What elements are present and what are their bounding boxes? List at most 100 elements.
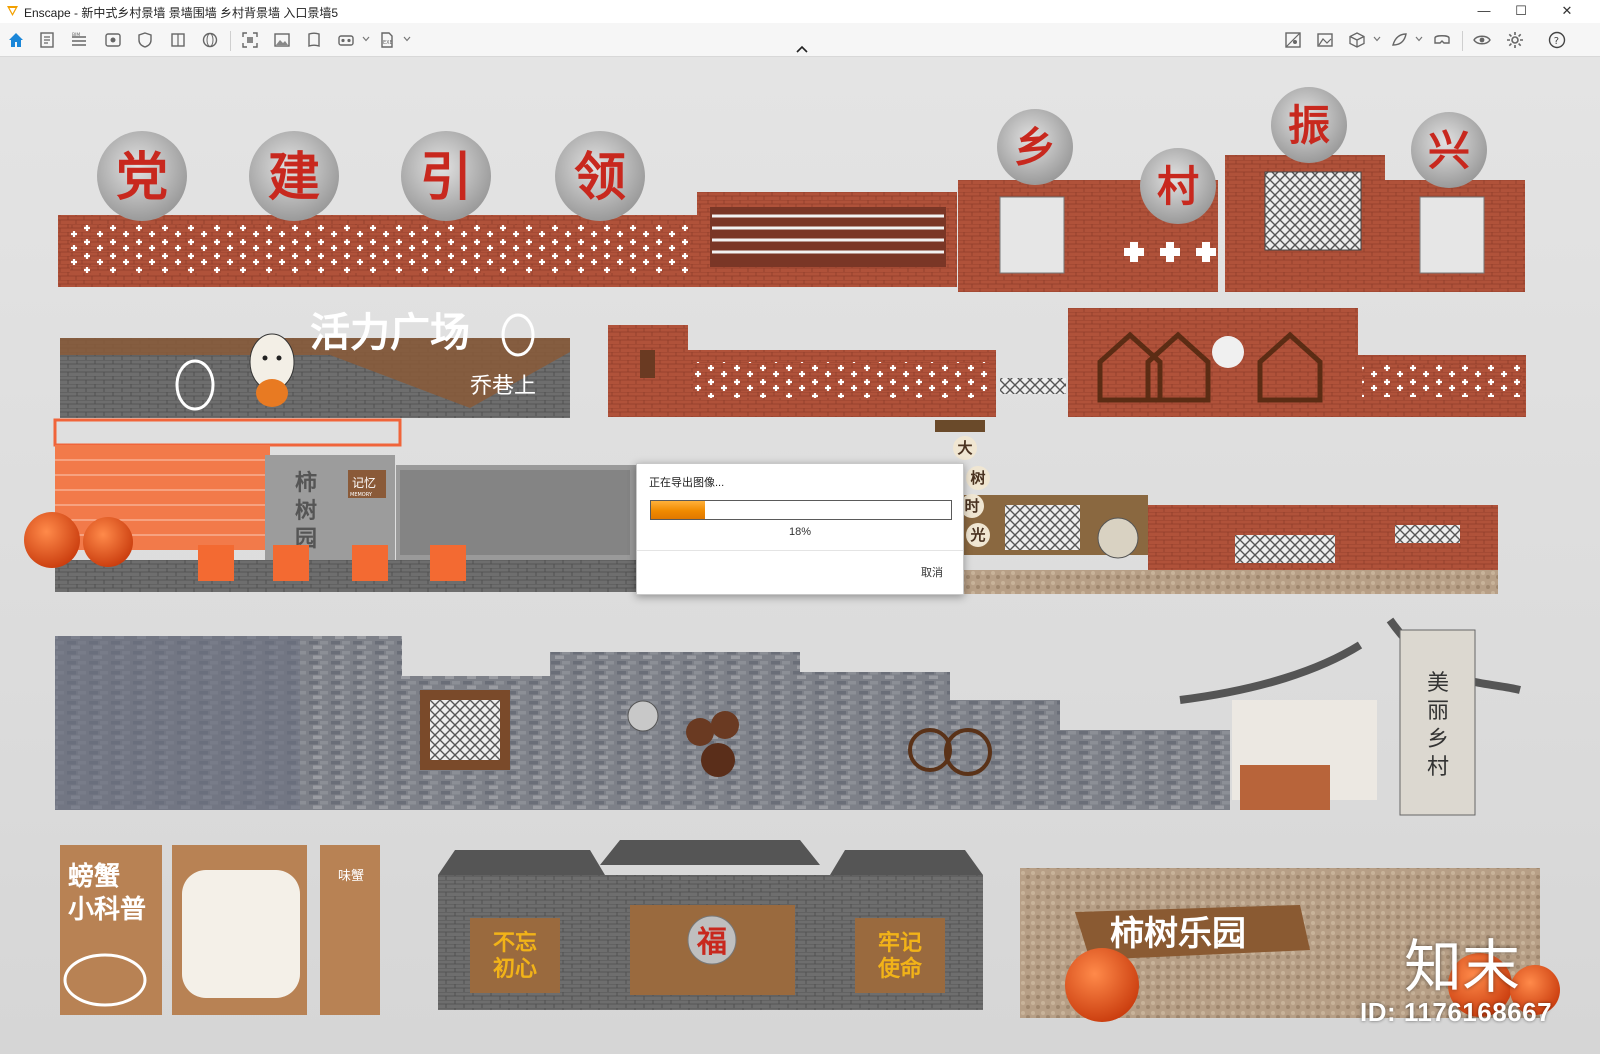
garden-char: 柿 bbox=[295, 470, 317, 496]
wooden-lattice bbox=[1005, 505, 1080, 550]
memory-sign-sub: MEMORY bbox=[350, 492, 373, 498]
cancel-button[interactable]: 取消 bbox=[921, 564, 943, 580]
scroll-panel bbox=[999, 196, 1065, 274]
fortune-char: 福 bbox=[696, 925, 727, 960]
village-sign-char: 乡 bbox=[1427, 727, 1449, 752]
export-icon[interactable]: EXE bbox=[378, 31, 396, 49]
export-progress-bar bbox=[650, 500, 952, 520]
crab-side-title: 味蟹 bbox=[338, 869, 364, 884]
help-icon[interactable]: ? bbox=[1548, 31, 1566, 49]
sign-char: 时 bbox=[964, 497, 979, 515]
maximize-button[interactable]: ☐ bbox=[1503, 0, 1539, 22]
gate-roof bbox=[438, 850, 605, 875]
home-icon[interactable] bbox=[7, 31, 25, 49]
millstone bbox=[627, 700, 659, 732]
banner-character: 兴 bbox=[1428, 126, 1470, 175]
text-board bbox=[182, 870, 300, 998]
svg-text:BIM: BIM bbox=[72, 32, 80, 38]
screenshot-icon[interactable] bbox=[241, 31, 259, 49]
watermark-logo: 知末 bbox=[1404, 933, 1521, 1001]
banner-character: 乡 bbox=[1014, 123, 1056, 172]
watermark-id: ID: 1176168667 bbox=[1360, 997, 1553, 1027]
gate-left-text: 不忘 bbox=[493, 930, 537, 956]
sign-char: 大 bbox=[957, 439, 972, 457]
document-icon[interactable] bbox=[38, 31, 56, 49]
bim-icon[interactable]: BIM bbox=[70, 31, 88, 49]
vr-icon[interactable] bbox=[337, 31, 355, 49]
persimmon-park-title: 柿树乐园 bbox=[1110, 914, 1246, 954]
material-icon[interactable] bbox=[1390, 31, 1408, 49]
export-dialog: 正在导出图像... 18% 取消 bbox=[636, 463, 964, 595]
persimmon bbox=[24, 512, 80, 568]
clay-jar bbox=[686, 718, 714, 746]
wooden-slats bbox=[1240, 765, 1330, 810]
wooden-signpost bbox=[935, 420, 985, 432]
toolbar-separator bbox=[1462, 31, 1463, 51]
chevron-up-icon[interactable] bbox=[795, 44, 809, 54]
banner-character: 引 bbox=[420, 148, 472, 208]
chevron-down-icon[interactable] bbox=[403, 35, 411, 43]
panorama-icon[interactable] bbox=[305, 31, 323, 49]
gate-roof bbox=[830, 850, 983, 875]
view-icon[interactable] bbox=[104, 31, 122, 49]
dialog-divider bbox=[637, 550, 963, 551]
village-sign-char: 美 bbox=[1427, 671, 1449, 696]
lattice-window bbox=[1235, 535, 1335, 563]
clay-jar bbox=[701, 743, 735, 777]
asset-library-icon[interactable] bbox=[1284, 31, 1302, 49]
export-dialog-title: 正在导出图像... bbox=[649, 477, 725, 489]
book-icon[interactable] bbox=[169, 31, 187, 49]
minimize-button[interactable]: — bbox=[1466, 0, 1502, 22]
title-bar: Enscape - 新中式乡村景墙 景墙围墙 乡村背景墙 入口景墙5 — ☐ ✕ bbox=[0, 0, 1600, 24]
gate-right-text: 牢记 bbox=[878, 930, 922, 956]
lattice-strip bbox=[1000, 378, 1066, 394]
gate-right-text: 使命 bbox=[877, 956, 923, 982]
cross-pattern-panel bbox=[693, 362, 989, 398]
garden-char: 树 bbox=[295, 498, 317, 524]
village-sign-char: 丽 bbox=[1427, 699, 1449, 724]
close-button[interactable]: ✕ bbox=[1549, 0, 1585, 22]
crab-title: 小科普 bbox=[68, 894, 146, 925]
chevron-down-icon[interactable] bbox=[362, 35, 370, 43]
image-settings-icon[interactable] bbox=[1316, 31, 1334, 49]
crab-title: 螃蟹 bbox=[68, 861, 120, 892]
shield-icon[interactable] bbox=[136, 31, 154, 49]
persimmon bbox=[1065, 948, 1139, 1022]
persimmon bbox=[83, 517, 133, 567]
door-lattice bbox=[430, 700, 500, 760]
svg-text:EXE: EXE bbox=[383, 40, 393, 46]
render-viewport[interactable]: 党 建 引 领 乡 村 振 兴 活力广场 乔巷上 柿 树 园 记忆 MEMORY… bbox=[0, 57, 1600, 1054]
sphere-icon[interactable] bbox=[201, 31, 219, 49]
svg-text:?: ? bbox=[1554, 36, 1559, 47]
millstone bbox=[1097, 517, 1139, 559]
export-progress-text: 18% bbox=[788, 526, 812, 538]
vr-headset-icon[interactable] bbox=[1433, 31, 1451, 49]
stone-wall-panel bbox=[55, 636, 300, 810]
orange-frame bbox=[53, 418, 402, 447]
settings-icon[interactable] bbox=[1506, 31, 1524, 49]
banner-character: 领 bbox=[574, 148, 626, 208]
curved-roof bbox=[1179, 641, 1363, 704]
vitality-square-title: 活力广场 bbox=[310, 310, 470, 356]
cube-icon[interactable] bbox=[1348, 31, 1366, 49]
gate-roof bbox=[600, 840, 820, 865]
banner-character: 村 bbox=[1157, 162, 1199, 211]
round-window bbox=[1212, 336, 1244, 368]
cross-pattern-panel bbox=[70, 225, 690, 273]
export-progress-fill bbox=[651, 501, 705, 519]
sign-char: 树 bbox=[970, 469, 985, 487]
lattice-window bbox=[1264, 171, 1362, 251]
cross-pattern-panel bbox=[1362, 365, 1522, 397]
chevron-down-icon[interactable] bbox=[1373, 35, 1381, 43]
vase-niche bbox=[640, 350, 655, 378]
eye-icon[interactable] bbox=[1473, 31, 1491, 49]
village-sign-char: 村 bbox=[1427, 755, 1449, 780]
gate-left-text: 初心 bbox=[493, 956, 537, 982]
image-icon[interactable] bbox=[273, 31, 291, 49]
banner-character: 党 bbox=[116, 148, 168, 208]
vitality-square-subtitle: 乔巷上 bbox=[470, 374, 536, 399]
grey-brick-base bbox=[55, 560, 640, 592]
toolbar-separator bbox=[230, 31, 231, 51]
memory-sign-text: 记忆 bbox=[352, 476, 376, 490]
chevron-down-icon[interactable] bbox=[1415, 35, 1423, 43]
